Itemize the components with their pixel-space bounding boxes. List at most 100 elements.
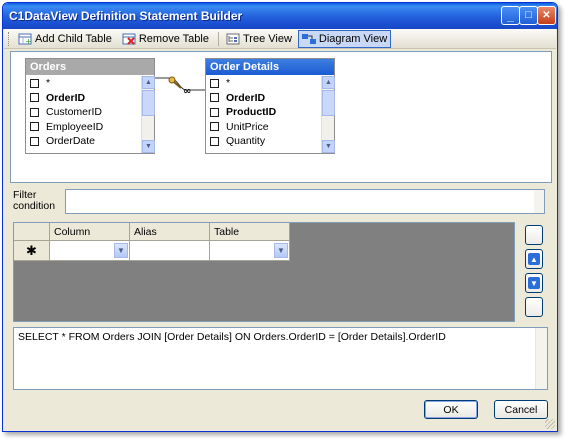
scroll-up-icon[interactable]: ▲ <box>322 76 335 89</box>
field-label: * <box>226 77 231 90</box>
grid-column-header[interactable]: Column <box>50 223 130 241</box>
field-item[interactable]: CustomerID <box>26 105 140 120</box>
field-label: * <box>46 77 51 90</box>
minimize-button[interactable]: _ <box>501 6 520 25</box>
grid-column-header[interactable]: Table <box>210 223 290 241</box>
field-item[interactable]: Quantity <box>206 134 320 149</box>
key-to-infinity-relation-icon[interactable]: ∞ <box>155 74 207 104</box>
tree-view-button[interactable]: Tree View <box>222 30 296 48</box>
minimize-icon: _ <box>507 8 514 23</box>
field-checkbox[interactable] <box>30 122 39 132</box>
close-icon: ✕ <box>542 9 551 21</box>
tree-view-label: Tree View <box>242 32 292 45</box>
table-orders-header[interactable]: Orders <box>26 59 154 75</box>
field-checkbox[interactable] <box>210 136 219 146</box>
diagram-view-icon <box>301 33 316 45</box>
sql-statement-text: SELECT * FROM Orders JOIN [Order Details… <box>18 331 446 343</box>
field-item[interactable]: OrderID <box>26 91 140 106</box>
add-child-table-label: Add Child Table <box>35 32 112 45</box>
remove-table-label: Remove Table <box>138 32 209 45</box>
ok-button[interactable]: OK <box>424 400 478 419</box>
column-grid[interactable]: Column Alias Table ✱ ▼ ▼ <box>13 222 515 322</box>
field-item[interactable]: EmployeeID <box>26 120 140 135</box>
field-checkbox[interactable] <box>30 107 39 117</box>
field-item[interactable]: * <box>26 76 140 91</box>
new-row-marker[interactable]: ✱ <box>14 241 50 261</box>
move-up-button[interactable]: ▲ <box>525 249 543 269</box>
add-child-table-button[interactable]: + Add Child Table <box>14 30 116 48</box>
field-label: ProductID <box>226 106 277 119</box>
title-bar[interactable]: C1DataView Definition Statement Builder … <box>3 3 557 29</box>
field-checkbox[interactable] <box>30 93 39 103</box>
table-order-details-header[interactable]: Order Details <box>206 59 334 75</box>
table-orders[interactable]: Orders * OrderID CustomerID EmployeeID O… <box>25 58 155 154</box>
field-label: OrderID <box>226 91 266 104</box>
toolbar: + Add Child Table Remove Table Tree View… <box>4 29 556 49</box>
field-label: UnitPrice <box>226 120 269 133</box>
field-checkbox[interactable] <box>210 78 219 88</box>
scroll-down-icon[interactable]: ▼ <box>322 140 335 153</box>
move-down-icon: ▼ <box>528 277 540 289</box>
field-item[interactable]: OrderDate <box>26 134 140 149</box>
field-checkbox[interactable] <box>30 78 39 88</box>
tree-view-icon <box>226 33 240 45</box>
field-label: Quantity <box>226 135 266 148</box>
add-child-table-icon: + <box>18 33 32 46</box>
scroll-thumb[interactable] <box>142 90 155 116</box>
grid-new-row: ✱ ▼ ▼ <box>14 241 290 261</box>
resize-grip[interactable] <box>545 419 555 429</box>
field-checkbox[interactable] <box>30 136 39 146</box>
svg-text:+: + <box>25 37 32 45</box>
svg-text:∞: ∞ <box>183 86 191 97</box>
window-title: C1DataView Definition Statement Builder <box>9 9 243 23</box>
grid-column-header[interactable]: Alias <box>130 223 210 241</box>
blank-side-button-bottom[interactable] <box>525 297 543 317</box>
scroll-down-icon[interactable]: ▼ <box>142 140 155 153</box>
field-checkbox[interactable] <box>210 93 219 103</box>
remove-table-button[interactable]: Remove Table <box>118 30 213 48</box>
sql-statement-textarea[interactable]: SELECT * FROM Orders JOIN [Order Details… <box>13 327 548 390</box>
table-orders-fields: * OrderID CustomerID EmployeeID OrderDat… <box>26 76 140 153</box>
toolbar-grip[interactable] <box>8 31 11 46</box>
field-label: OrderID <box>46 91 86 104</box>
column-select-cell[interactable]: ▼ <box>50 241 130 261</box>
field-item[interactable]: ProductID <box>206 105 320 120</box>
grid-header-row: Column Alias Table <box>14 223 290 241</box>
chevron-down-icon[interactable]: ▼ <box>274 243 288 258</box>
diagram-view-label: Diagram View <box>318 32 388 45</box>
field-checkbox[interactable] <box>210 122 219 132</box>
move-up-icon: ▲ <box>528 253 540 265</box>
alias-input-cell[interactable] <box>130 241 210 261</box>
remove-table-icon <box>122 33 136 45</box>
move-down-button[interactable]: ▼ <box>525 273 543 293</box>
field-label: EmployeeID <box>46 120 104 133</box>
blank-side-button-top[interactable] <box>525 225 543 245</box>
table-orders-scrollbar[interactable]: ▲ ▼ <box>141 76 155 153</box>
scroll-thumb[interactable] <box>322 90 335 116</box>
diagram-canvas[interactable]: Orders * OrderID CustomerID EmployeeID O… <box>10 51 552 183</box>
maximize-icon: □ <box>525 9 532 21</box>
table-order-details-fields: * OrderID ProductID UnitPrice Quantity <box>206 76 320 153</box>
filter-condition-label: Filter condition <box>13 189 56 212</box>
chevron-down-icon[interactable]: ▼ <box>114 243 128 258</box>
field-item[interactable]: UnitPrice <box>206 120 320 135</box>
field-label: CustomerID <box>46 106 103 119</box>
diagram-view-button[interactable]: Diagram View <box>297 29 392 48</box>
table-order-details[interactable]: Order Details * OrderID ProductID UnitPr… <box>205 58 335 154</box>
table-order-details-scrollbar[interactable]: ▲ ▼ <box>321 76 335 153</box>
field-item[interactable]: * <box>206 76 320 91</box>
field-checkbox[interactable] <box>210 107 219 117</box>
field-label: OrderDate <box>46 135 96 148</box>
toolbar-separator <box>217 31 219 46</box>
table-select-cell[interactable]: ▼ <box>210 241 290 261</box>
grid-corner-header <box>14 223 50 241</box>
sql-scrollbar[interactable] <box>535 328 547 389</box>
close-button[interactable]: ✕ <box>537 6 556 25</box>
filter-scrollbar[interactable] <box>534 190 544 213</box>
field-item[interactable]: OrderID <box>206 91 320 106</box>
cancel-button[interactable]: Cancel <box>494 400 548 419</box>
maximize-button[interactable]: □ <box>519 6 538 25</box>
filter-condition-input[interactable] <box>65 189 545 214</box>
scroll-up-icon[interactable]: ▲ <box>142 76 155 89</box>
dialog-window: C1DataView Definition Statement Builder … <box>2 2 558 432</box>
